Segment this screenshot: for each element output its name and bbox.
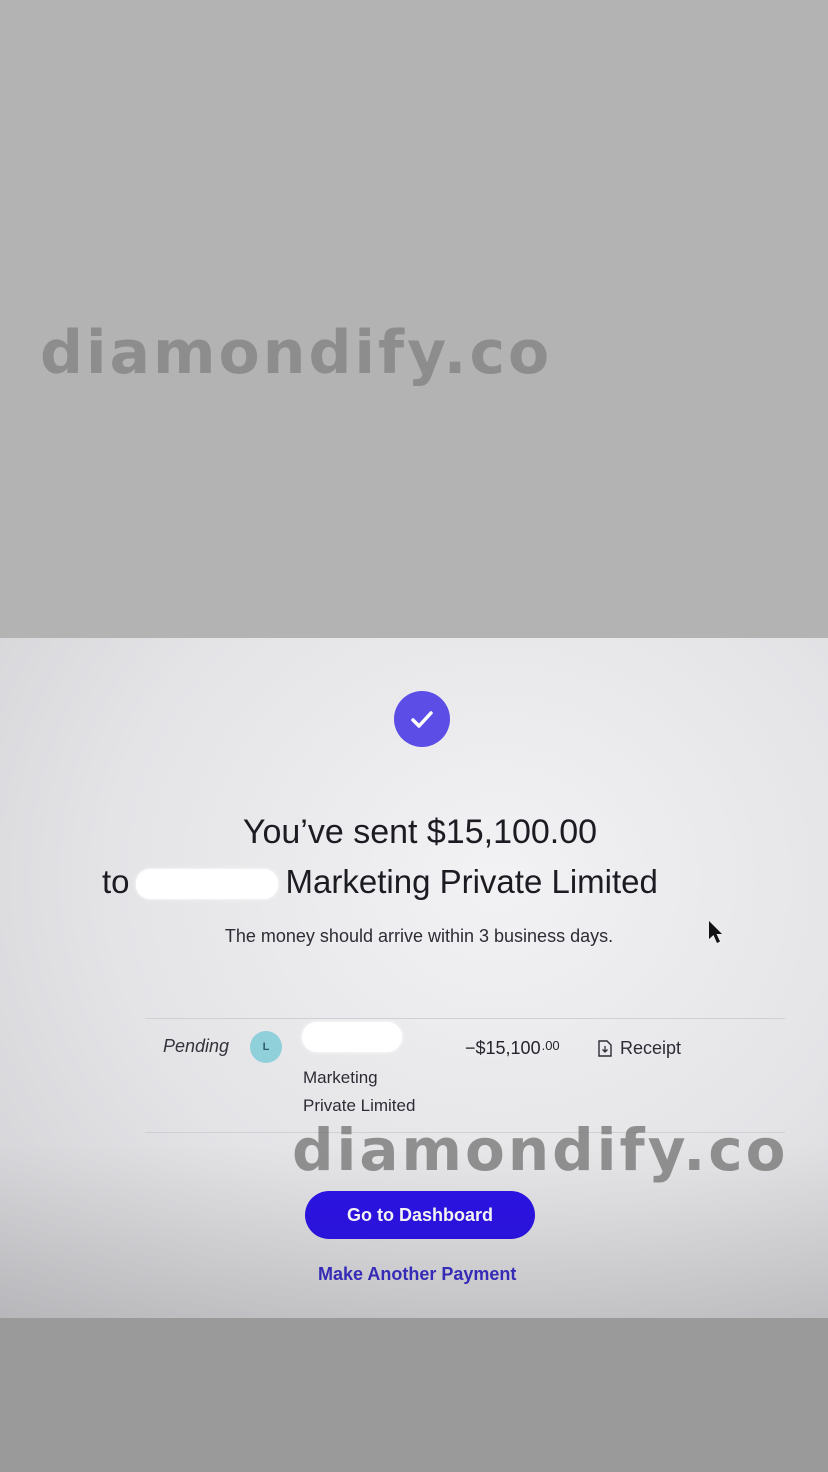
amount-cents: .00: [541, 1038, 560, 1053]
confirmation-recipient-line: to Marketing Private Limited: [102, 863, 762, 901]
transaction-amount: −$15,100.00: [465, 1038, 560, 1059]
check-icon: [394, 691, 450, 747]
avatar: L: [250, 1031, 282, 1063]
receipt-icon: [598, 1040, 612, 1057]
cursor-icon: [709, 921, 722, 943]
divider: [145, 1132, 785, 1133]
top-background: [0, 0, 828, 638]
recipient-line2: Private Limited: [303, 1096, 416, 1115]
redacted-name: [135, 869, 278, 900]
divider: [145, 1018, 785, 1019]
receipt-link[interactable]: Receipt: [598, 1038, 681, 1059]
redacted-recipient: [302, 1022, 402, 1052]
confirmation-headline: You’ve sent $15,100.00: [242, 813, 598, 851]
bottom-background: [0, 1318, 828, 1472]
recipient-name: Marketing Private Limited: [285, 863, 658, 900]
make-another-payment-link[interactable]: Make Another Payment: [318, 1264, 516, 1285]
recipient-line1: Marketing: [303, 1068, 378, 1087]
arrival-note: The money should arrive within 3 busines…: [224, 926, 614, 946]
receipt-label: Receipt: [620, 1038, 682, 1058]
payment-confirmation-screen: You’ve sent $15,100.00 to Marketing Priva…: [0, 638, 828, 1323]
recipient-prefix: to: [102, 863, 130, 900]
go-to-dashboard-button[interactable]: Go to Dashboard: [305, 1191, 535, 1239]
status-badge: Pending: [163, 1036, 230, 1056]
amount-value: −$15,100: [465, 1038, 541, 1058]
transaction-recipient: Marketing Private Limited: [303, 1064, 415, 1120]
